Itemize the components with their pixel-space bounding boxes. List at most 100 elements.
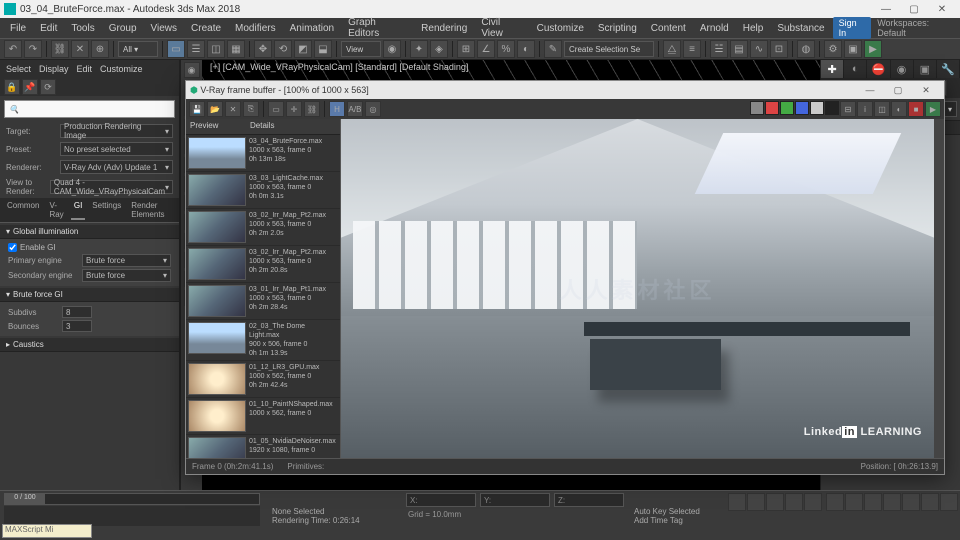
autokey-label[interactable]: Auto Key Selected: [634, 507, 718, 516]
minimize-button[interactable]: —: [872, 1, 900, 17]
vfb-titlebar[interactable]: ⬢ V-Ray frame buffer - [100% of 1000 x 5…: [186, 81, 944, 99]
vfb-clear-icon[interactable]: ✕: [225, 101, 241, 117]
modify-tab-icon[interactable]: ◐: [844, 60, 867, 78]
history-item[interactable]: 01_12_LR3_GPU.max1000 x 562, frame 00h 2…: [186, 361, 340, 398]
coord-x-input[interactable]: X:: [406, 493, 476, 507]
percent-snap-icon[interactable]: %: [497, 40, 515, 58]
goto-end-icon[interactable]: [804, 493, 822, 511]
create-tab-icon[interactable]: ✚: [821, 60, 844, 78]
vfb-maximize-button[interactable]: ▢: [884, 82, 912, 98]
select-rect-icon[interactable]: ◫: [207, 40, 225, 58]
gi-section-header[interactable]: ▾ Global illumination: [0, 225, 179, 239]
select-filter-dropdown[interactable]: All ▾: [118, 41, 158, 57]
pin-icon[interactable]: 📌: [22, 79, 38, 95]
next-frame-icon[interactable]: [785, 493, 803, 511]
vfb-region-icon[interactable]: ▭: [268, 101, 284, 117]
bf-section-header[interactable]: ▾ Brute force GI: [0, 288, 179, 302]
history-item[interactable]: 01_05_NvidiaDeNoiser.max1920 x 1080, fra…: [186, 435, 340, 458]
vfb-stop-icon[interactable]: ■: [908, 101, 924, 117]
vfb-save-icon[interactable]: 💾: [189, 101, 205, 117]
workspace-label[interactable]: Workspaces: Default: [877, 18, 956, 38]
renderer-dropdown[interactable]: V-Ray Adv (Adv) Update 1▾: [60, 160, 173, 174]
vfb-pixel-icon[interactable]: ◫: [874, 101, 890, 117]
menu-arnold[interactable]: Arnold: [694, 21, 735, 36]
zoom-all-icon[interactable]: [845, 493, 863, 511]
history-item[interactable]: 01_10_PaintNShaped.max1000 x 562, frame …: [186, 398, 340, 435]
tab-render-elements[interactable]: Render Elements: [128, 200, 175, 220]
play-icon[interactable]: [766, 493, 784, 511]
nselecteddit-icon[interactable]: ✎: [544, 40, 562, 58]
redo-icon[interactable]: ↷: [24, 40, 42, 58]
scene-explorer-icon[interactable]: ▤: [730, 40, 748, 58]
display-tab-icon[interactable]: ▣: [914, 60, 937, 78]
menu-create[interactable]: Create: [185, 21, 227, 36]
panelmenu-select[interactable]: Select: [6, 64, 31, 74]
vfb-link-icon[interactable]: ⛓: [304, 101, 320, 117]
menu-file[interactable]: File: [4, 21, 32, 36]
panelmenu-edit[interactable]: Edit: [77, 64, 93, 74]
menu-grapheditors[interactable]: Graph Editors: [342, 15, 413, 41]
material-editor-icon[interactable]: ◍: [797, 40, 815, 58]
vfb-scrollbar[interactable]: [934, 119, 944, 458]
pivot-icon[interactable]: ◉: [383, 40, 401, 58]
move-icon[interactable]: ✥: [254, 40, 272, 58]
menu-substance[interactable]: Substance: [771, 21, 830, 36]
subdivs-spinner[interactable]: 8: [62, 306, 92, 318]
render-frame-icon[interactable]: ▣: [844, 40, 862, 58]
menu-views[interactable]: Views: [145, 21, 184, 36]
fov-icon[interactable]: [883, 493, 901, 511]
menu-content[interactable]: Content: [645, 21, 692, 36]
menu-scripting[interactable]: Scripting: [592, 21, 643, 36]
time-slider[interactable]: 0 / 100: [4, 493, 260, 505]
vfb-ab-icon[interactable]: A/B: [347, 101, 363, 117]
primary-engine-dropdown[interactable]: Brute force▾: [82, 254, 171, 267]
tab-settings[interactable]: Settings: [89, 200, 124, 220]
vfb-clamp-icon[interactable]: ⊟: [840, 101, 856, 117]
hierarchy-tab-icon[interactable]: ⛔: [867, 60, 890, 78]
angle-snap-icon[interactable]: ∠: [477, 40, 495, 58]
tab-vray[interactable]: V-Ray: [46, 200, 66, 220]
keymode-icon[interactable]: ◈: [430, 40, 448, 58]
search-input[interactable]: 🔍: [4, 100, 175, 118]
menu-rendering[interactable]: Rendering: [415, 21, 473, 36]
enable-gi-checkbox[interactable]: [8, 243, 17, 252]
vfb-copy-icon[interactable]: ⎘: [243, 101, 259, 117]
close-button[interactable]: ✕: [928, 1, 956, 17]
manip-icon[interactable]: ✦: [410, 40, 428, 58]
window-crossing-icon[interactable]: ▦: [227, 40, 245, 58]
channel-rgb-icon[interactable]: [750, 101, 764, 115]
vfb-close-button[interactable]: ✕: [912, 82, 940, 98]
menu-help[interactable]: Help: [737, 21, 770, 36]
lock-icon[interactable]: 🔒: [4, 79, 20, 95]
select-name-icon[interactable]: ☰: [187, 40, 205, 58]
bounces-spinner[interactable]: 3: [62, 320, 92, 332]
coord-z-input[interactable]: Z:: [554, 493, 624, 507]
coord-y-input[interactable]: Y:: [480, 493, 550, 507]
vfb-load-icon[interactable]: 📂: [207, 101, 223, 117]
place-icon[interactable]: ⬓: [314, 40, 332, 58]
channel-mono-icon[interactable]: [825, 101, 839, 115]
prev-frame-icon[interactable]: [747, 493, 765, 511]
snap-icon[interactable]: ⊞: [457, 40, 475, 58]
menu-group[interactable]: Group: [103, 21, 143, 36]
maxscript-listener[interactable]: MAXScript Mi: [2, 524, 92, 538]
history-item[interactable]: 03_01_Irr_Map_Pt1.max1000 x 563, frame 0…: [186, 283, 340, 320]
orbit-icon[interactable]: [921, 493, 939, 511]
signin-button[interactable]: Sign In: [833, 17, 872, 39]
caustics-section-header[interactable]: ▸ Caustics: [0, 338, 179, 352]
channel-red-icon[interactable]: [765, 101, 779, 115]
menu-customize[interactable]: Customize: [531, 21, 590, 36]
maximize-button[interactable]: ▢: [900, 1, 928, 17]
render-setup-icon[interactable]: ⚙: [824, 40, 842, 58]
bind-icon[interactable]: ⊕: [91, 40, 109, 58]
menu-tools[interactable]: Tools: [65, 21, 100, 36]
vfb-minimize-button[interactable]: —: [856, 82, 884, 98]
layers-icon[interactable]: ☱: [710, 40, 728, 58]
panelmenu-display[interactable]: Display: [39, 64, 69, 74]
vfb-info-icon[interactable]: i: [857, 101, 873, 117]
history-item[interactable]: 03_02_Irr_Map_Pt2.max1000 x 563, frame 0…: [186, 246, 340, 283]
addtimetag-label[interactable]: Add Time Tag: [634, 516, 718, 525]
history-item[interactable]: 03_03_LightCache.max1000 x 563, frame 00…: [186, 172, 340, 209]
mirror-icon[interactable]: ⧋: [663, 40, 681, 58]
vfb-history-list[interactable]: 03_04_BruteForce.max1000 x 563, frame 00…: [186, 135, 340, 458]
